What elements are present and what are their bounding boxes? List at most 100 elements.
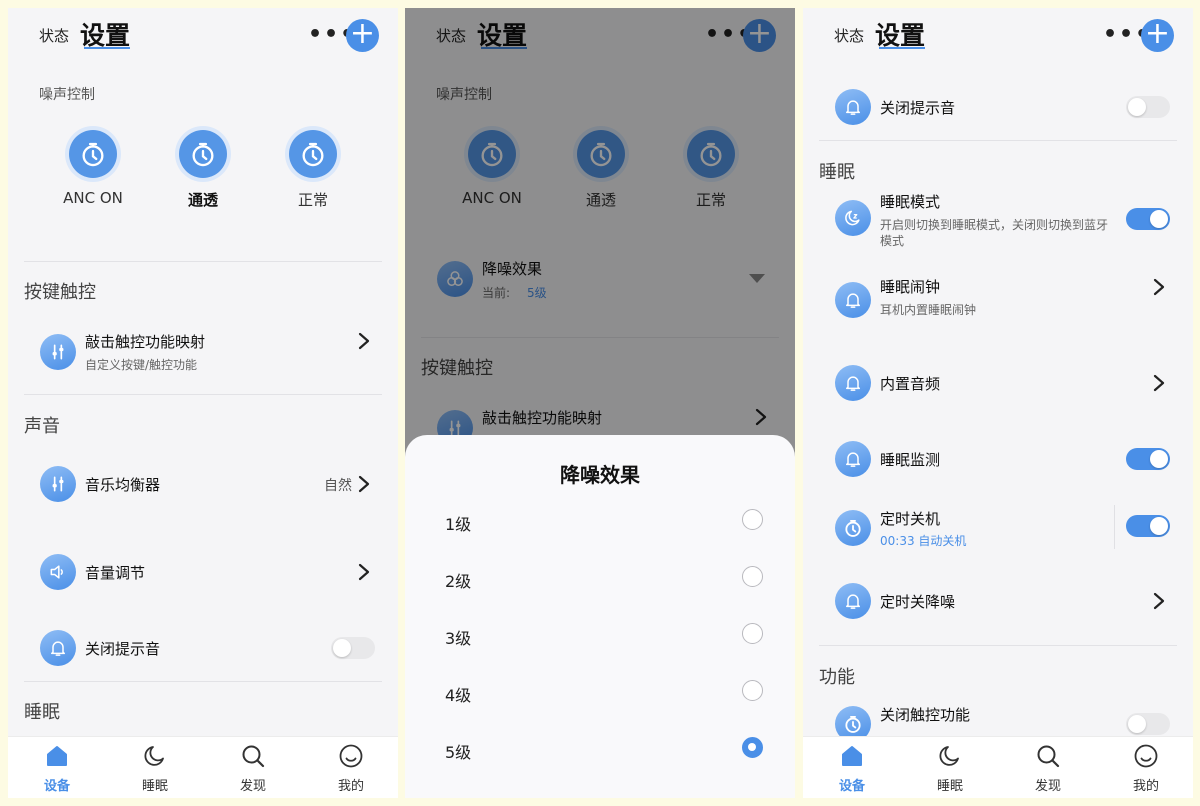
prompt-sound-title: 关闭提示音	[880, 99, 956, 117]
tab-sleep[interactable]: 睡眠	[901, 743, 999, 794]
tab-discover-label: 发现	[239, 779, 266, 794]
speaker-icon	[40, 554, 76, 590]
tap-mapping-title: 敲击触控功能映射	[85, 333, 206, 351]
timer-shutdown-subtitle: 00:33 自动关机	[880, 534, 967, 548]
tab-mine[interactable]: 我的	[1097, 743, 1193, 794]
section-keys: 按键触控	[24, 282, 96, 303]
tab-sleep[interactable]: 睡眠	[106, 743, 204, 794]
prompt-sound-row: 关闭提示音	[819, 87, 1177, 127]
option-level-3[interactable]: 3级	[445, 625, 471, 649]
bell-icon	[835, 365, 871, 401]
divider	[819, 140, 1177, 141]
tab-mine-label: 我的	[337, 779, 364, 794]
divider	[1114, 505, 1115, 549]
chevron-right-icon	[358, 475, 370, 493]
option-level-5[interactable]: 5级	[445, 739, 471, 763]
tab-mine-label: 我的	[1132, 779, 1159, 794]
prompt-sound-toggle[interactable]	[1126, 96, 1170, 118]
active-tab-underline	[879, 47, 925, 49]
timer-icon[interactable]	[289, 130, 337, 178]
prompt-sound-toggle[interactable]	[331, 637, 375, 659]
equalizer-row[interactable]: 音乐均衡器 自然	[24, 464, 382, 504]
noise-effect-sheet: 降噪效果 1级 2级 3级 4级 5级	[405, 435, 795, 798]
timer-icon	[835, 510, 871, 546]
smile-icon	[338, 743, 364, 769]
add-button[interactable]: +	[346, 19, 379, 52]
search-icon	[1035, 743, 1061, 769]
noise-mode-normal-label: 正常	[297, 191, 328, 209]
tab-discover[interactable]: 发现	[204, 743, 302, 794]
bell-icon	[835, 583, 871, 619]
tab-device[interactable]: 设备	[8, 743, 106, 794]
noise-mode-transparent-label: 通透	[187, 191, 218, 209]
tab-mine[interactable]: 我的	[302, 743, 398, 794]
divider	[24, 261, 382, 262]
radio-level-2[interactable]	[742, 566, 763, 587]
equalizer-title: 音乐均衡器	[85, 476, 161, 494]
tap-mapping-row[interactable]: 敲击触控功能映射 自定义按键/触控功能	[24, 328, 382, 376]
timer-icon[interactable]	[69, 130, 117, 178]
sleep-mode-toggle[interactable]	[1126, 208, 1170, 230]
tab-device-label: 设备	[43, 779, 70, 794]
equalizer-icon	[40, 466, 76, 502]
tab-sleep-label: 睡眠	[141, 779, 168, 794]
tab-bar: 设备 睡眠 发现 我的	[803, 736, 1193, 798]
sleep-alarm-title: 睡眠闹钟	[880, 278, 941, 296]
section-sleep: 睡眠	[24, 702, 60, 723]
timer-shutdown-title: 定时关机	[880, 510, 941, 528]
sleep-monitor-row: 睡眠监测	[819, 439, 1177, 479]
radio-level-4[interactable]	[742, 680, 763, 701]
sleep-monitor-title: 睡眠监测	[880, 451, 941, 469]
tab-status[interactable]: 状态	[834, 25, 864, 46]
sleep-alarm-subtitle: 耳机内置睡眠闹钟	[880, 303, 977, 317]
sleep-alarm-row[interactable]: 睡眠闹钟 耳机内置睡眠闹钟	[819, 276, 1177, 324]
touch-off-toggle[interactable]	[1126, 713, 1170, 735]
bell-icon	[40, 630, 76, 666]
tab-bar: 设备 睡眠 发现 我的	[8, 736, 398, 798]
settings-screen-1: 状态 设置 ••• + 噪声控制 ANC ON 通透 正常 按键触控 敲击触控功…	[8, 8, 398, 798]
home-icon	[839, 743, 865, 769]
settings-screen-2: 状态 设置 ••• + 噪声控制 ANC ON 通透 正常 降噪效果 当前: 5…	[405, 8, 795, 798]
radio-level-5[interactable]	[742, 737, 763, 758]
timer-anc-title: 定时关降噪	[880, 593, 956, 611]
divider	[24, 681, 382, 682]
sleep-mode-title: 睡眠模式	[880, 193, 941, 211]
search-icon	[240, 743, 266, 769]
section-sound: 声音	[24, 416, 60, 437]
timer-shutdown-row: 定时关机 00:33 自动关机	[819, 505, 1177, 551]
timer-icon[interactable]	[179, 130, 227, 178]
moon-icon	[142, 743, 168, 769]
bell-icon	[835, 282, 871, 318]
equalizer-icon	[40, 334, 76, 370]
settings-screen-3: 状态 设置 ••• + 关闭提示音 睡眠 睡眠模式 开启则切换到睡眠模式，关闭则…	[803, 8, 1193, 798]
sleep-monitor-toggle[interactable]	[1126, 448, 1170, 470]
chevron-right-icon	[1153, 278, 1165, 296]
active-tab-underline	[84, 47, 130, 49]
option-level-4[interactable]: 4级	[445, 682, 471, 706]
divider	[819, 645, 1177, 646]
tab-device[interactable]: 设备	[803, 743, 901, 794]
prompt-sound-title: 关闭提示音	[85, 640, 161, 658]
builtin-audio-title: 内置音频	[880, 375, 941, 393]
home-icon	[44, 743, 70, 769]
tab-discover[interactable]: 发现	[999, 743, 1097, 794]
section-noise-control: 噪声控制	[39, 87, 95, 103]
bell-icon	[835, 89, 871, 125]
radio-level-3[interactable]	[742, 623, 763, 644]
sheet-title: 降噪效果	[560, 463, 640, 487]
tab-status[interactable]: 状态	[39, 25, 69, 46]
option-level-1[interactable]: 1级	[445, 511, 471, 535]
builtin-audio-row[interactable]: 内置音频	[819, 363, 1177, 403]
volume-row[interactable]: 音量调节	[24, 552, 382, 592]
section-features: 功能	[819, 667, 855, 688]
tab-sleep-label: 睡眠	[936, 779, 963, 794]
add-button[interactable]: +	[1141, 19, 1174, 52]
option-level-2[interactable]: 2级	[445, 568, 471, 592]
bell-icon	[835, 441, 871, 477]
radio-level-1[interactable]	[742, 509, 763, 530]
prompt-sound-row: 关闭提示音	[24, 628, 382, 668]
chevron-right-icon	[358, 563, 370, 581]
timer-anc-row[interactable]: 定时关降噪	[819, 581, 1177, 621]
timer-shutdown-toggle[interactable]	[1126, 515, 1170, 537]
sleep-mode-row: 睡眠模式 开启则切换到睡眠模式，关闭则切换到蓝牙模式	[819, 189, 1177, 249]
